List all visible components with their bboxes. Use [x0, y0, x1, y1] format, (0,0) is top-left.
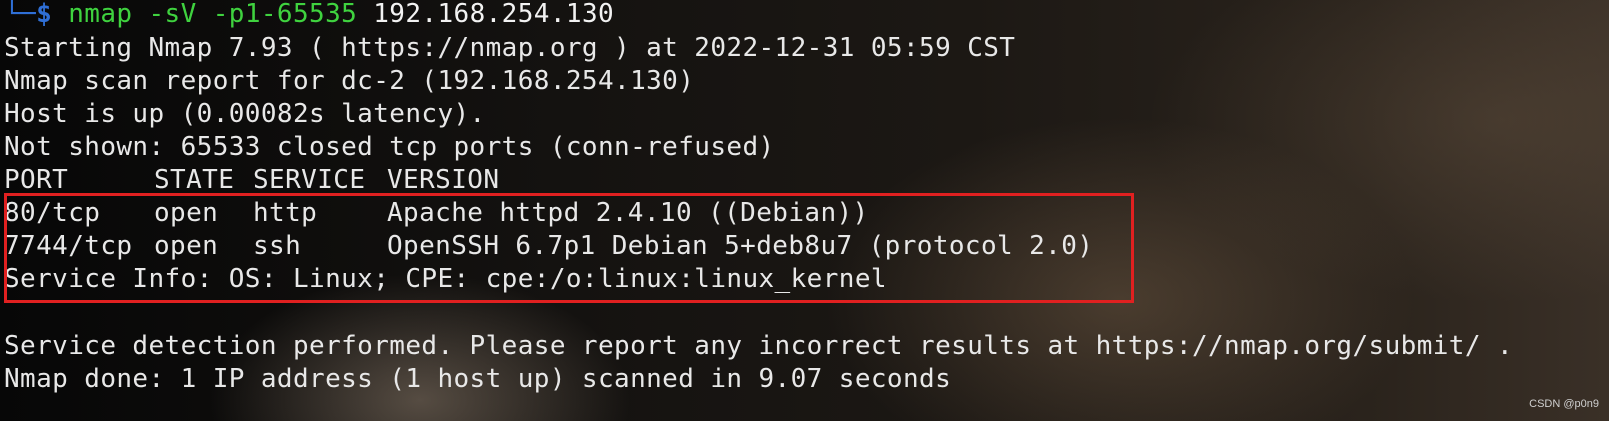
header-service: SERVICE	[253, 165, 366, 195]
output-detection-notice: Service detection performed. Please repo…	[4, 331, 1514, 361]
command-line: └─$ nmap -sV -p1-65535 192.168.254.130	[4, 0, 614, 31]
port-table-header: PORT STATE SERVICE VERSION	[4, 163, 499, 197]
highlight-box	[4, 193, 1134, 303]
output-host-up: Host is up (0.00082s latency).	[4, 99, 486, 129]
command-target: 192.168.254.130	[357, 0, 615, 29]
prompt-dollar: $	[36, 0, 53, 29]
header-version: VERSION	[387, 165, 500, 195]
output-scan-report: Nmap scan report for dc-2 (192.168.254.1…	[4, 66, 695, 96]
output-starting: Starting Nmap 7.93 ( https://nmap.org ) …	[4, 33, 1016, 63]
output-not-shown: Not shown: 65533 closed tcp ports (conn-…	[4, 132, 775, 162]
prompt-corner: └─	[4, 0, 37, 29]
command-name: nmap	[68, 0, 133, 29]
header-state: STATE	[154, 165, 235, 195]
output-nmap-done: Nmap done: 1 IP address (1 host up) scan…	[4, 364, 952, 394]
watermark: CSDN @p0n9	[1529, 398, 1599, 410]
terminal-window[interactable]: └─$ nmap -sV -p1-65535 192.168.254.130 S…	[4, 0, 1604, 421]
header-port: PORT	[4, 165, 69, 195]
command-args: -sV -p1-65535	[132, 0, 358, 29]
